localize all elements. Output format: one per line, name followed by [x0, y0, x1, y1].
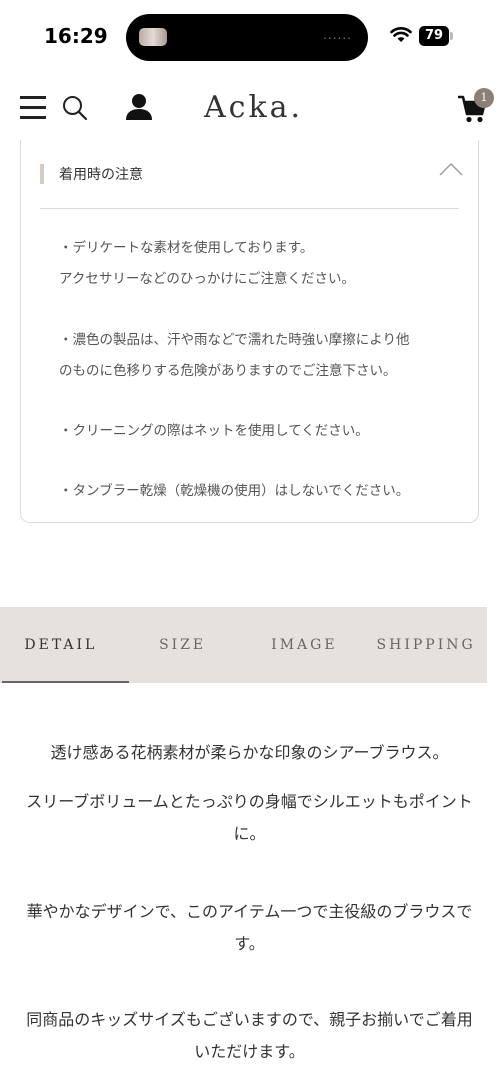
status-bar: 16:29 ...... 79 [0, 0, 499, 76]
site-header: Acka. 1 [0, 76, 499, 140]
product-page: 16:29 ...... 79 Acka. 1 着用時の注意 ・デリケートな素材… [0, 0, 499, 1080]
care-line: のものに色移りする危険がありますのでご注意下さい。 [59, 363, 397, 379]
island-dots: ...... [323, 28, 352, 42]
care-line: ・タンブラー乾燥（乾燥機の使用）はしないでください。 [59, 483, 410, 499]
description-paragraph: 同商品のキッズサイズもございますので、親子お揃いでご着用いただけます。 [26, 1010, 473, 1061]
care-line: ・濃色の製品は、汗や雨などで濡れた時強い摩擦により他 [59, 332, 410, 348]
cart-count-badge: 1 [474, 88, 494, 108]
description-paragraph: 透け感ある花柄素材が柔らかな印象のシアーブラウス。 [50, 743, 449, 762]
tab-size[interactable]: SIZE [122, 607, 244, 683]
divider [40, 208, 459, 209]
care-line: ・クリーニングの際はネットを使用してください。 [59, 423, 369, 439]
search-icon[interactable] [62, 95, 88, 121]
status-time: 16:29 [44, 24, 108, 48]
active-tab-underline [2, 681, 129, 683]
media-thumbnail-icon [139, 28, 167, 46]
description-paragraph: 華やかなデザインで、このアイテム一つで主役級のブラウスです。 [26, 902, 473, 953]
wifi-icon [390, 27, 412, 42]
accordion-title[interactable]: 着用時の注意 [59, 164, 143, 184]
description-paragraph: スリーブボリュームとたっぷりの身幅でシルエットもポイントに。 [26, 792, 473, 843]
tab-image[interactable]: IMAGE [244, 607, 366, 683]
brand-logo[interactable]: Acka. [204, 90, 303, 125]
user-icon[interactable] [125, 93, 153, 121]
care-line: ・デリケートな素材を使用しております。 [59, 240, 314, 256]
product-info-tabs: DETAIL SIZE IMAGE SHIPPING [0, 607, 487, 683]
dynamic-island: ...... [126, 14, 368, 61]
tab-shipping[interactable]: SHIPPING [365, 607, 487, 683]
tab-detail[interactable]: DETAIL [0, 607, 122, 683]
care-line: アクセサリーなどのひっかけにご注意ください。 [59, 271, 356, 287]
chevron-up-icon[interactable] [439, 162, 463, 176]
battery-tip [450, 32, 453, 40]
accent-bar [40, 164, 44, 184]
menu-icon[interactable] [20, 95, 46, 119]
battery-indicator: 79 [419, 26, 449, 46]
care-notes-accordion: 着用時の注意 ・デリケートな素材を使用しております。 アクセサリーなどのひっかけ… [20, 140, 479, 523]
